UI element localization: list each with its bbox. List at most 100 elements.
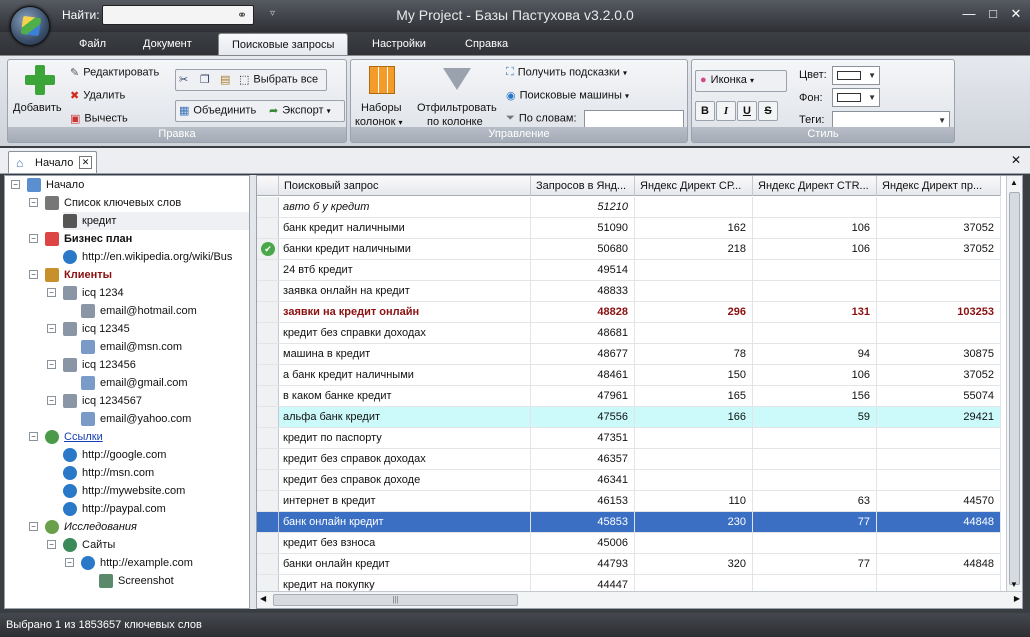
italic-button[interactable]: I	[716, 101, 736, 121]
column-header[interactable]: Яндекс Директ пр...	[877, 176, 1001, 196]
tab-start[interactable]: ⌂ Начало ✕	[8, 151, 97, 173]
table-row[interactable]: интернет в кредит 46153 110 63 44570	[257, 491, 1001, 512]
table-row[interactable]: альфа банк кредит 47556 166 59 29421	[257, 407, 1001, 428]
collapse-toggle-icon[interactable]: −	[47, 396, 56, 405]
table-row[interactable]: а банк кредит наличными 48461 150 106 37052	[257, 365, 1001, 386]
table-row[interactable]: ✔ банки кредит наличными 50680 218 106 37052	[257, 239, 1001, 260]
tree-node[interactable]: − Исследования	[29, 518, 249, 536]
underline-button[interactable]: U	[737, 101, 757, 121]
tab-document[interactable]: Документ	[143, 38, 192, 50]
edit-button[interactable]: ✎ Редактировать	[70, 66, 159, 79]
row-indicator[interactable]	[257, 281, 279, 301]
delete-button[interactable]: ✖ Удалить	[70, 89, 125, 102]
row-indicator[interactable]	[257, 407, 279, 427]
tab-close-icon[interactable]: ✕	[79, 156, 92, 169]
tab-settings[interactable]: Настройки	[372, 38, 426, 50]
bold-button[interactable]: B	[695, 101, 715, 121]
tree-node[interactable]: email@msn.com	[81, 338, 249, 356]
row-indicator[interactable]	[257, 428, 279, 448]
get-hints-button[interactable]: ⛶ Получить подсказки ▾	[506, 66, 627, 79]
table-row[interactable]: заявки на кредит онлайн 48828 296 131 103253	[257, 302, 1001, 323]
row-indicator[interactable]	[257, 533, 279, 553]
background-picker[interactable]: ▼	[832, 88, 880, 107]
row-indicator[interactable]	[257, 260, 279, 280]
tab-search-queries[interactable]: Поисковые запросы	[218, 33, 349, 56]
table-row[interactable]: банк онлайн кредит 45853 230 77 44848	[257, 512, 1001, 533]
row-indicator[interactable]	[257, 512, 279, 532]
row-indicator[interactable]	[257, 344, 279, 364]
tree-node[interactable]: − Начало	[11, 176, 249, 194]
tab-help[interactable]: Справка	[465, 38, 508, 50]
tree-node[interactable]: http://paypal.com	[63, 500, 249, 518]
icon-dropdown[interactable]: ● Иконка ▾	[695, 70, 787, 92]
add-button[interactable]: Добавить	[8, 60, 68, 126]
table-row[interactable]: кредит без взноса 45006	[257, 533, 1001, 554]
row-indicator[interactable]	[257, 449, 279, 469]
tree-node[interactable]: email@gmail.com	[81, 374, 249, 392]
table-row[interactable]: банки онлайн кредит 44793 320 77 44848	[257, 554, 1001, 575]
row-indicator[interactable]	[257, 554, 279, 574]
row-indicator[interactable]	[257, 302, 279, 322]
table-row[interactable]: кредит без справок доходе 46341	[257, 470, 1001, 491]
row-indicator[interactable]	[257, 491, 279, 511]
table-row[interactable]: заявка онлайн на кредит 48833	[257, 281, 1001, 302]
table-row[interactable]: в каком банке кредит 47961 165 156 55074	[257, 386, 1001, 407]
row-indicator[interactable]	[257, 218, 279, 238]
column-header[interactable]: Яндекс Директ CTR...	[753, 176, 877, 196]
collapse-toggle-icon[interactable]: −	[29, 270, 38, 279]
scissors-icon[interactable]: ✂	[179, 73, 188, 86]
table-row[interactable]: кредит без справок доходах 46357	[257, 449, 1001, 470]
close-button[interactable]: ✕	[1006, 6, 1026, 22]
tree-node[interactable]: − Сайты	[47, 536, 249, 554]
scroll-left-icon[interactable]: ◀	[260, 594, 266, 603]
tree-node[interactable]: http://en.wikipedia.org/wiki/Bus	[63, 248, 249, 266]
vertical-scroll-thumb[interactable]	[1009, 192, 1020, 585]
column-header[interactable]: Запросов в Янд...	[531, 176, 635, 196]
row-indicator[interactable]	[257, 197, 279, 217]
collapse-toggle-icon[interactable]: −	[29, 432, 38, 441]
tree-node[interactable]: − icq 12345	[47, 320, 249, 338]
table-row[interactable]: машина в кредит 48677 78 94 30875	[257, 344, 1001, 365]
tree-node[interactable]: − icq 123456	[47, 356, 249, 374]
tree-node[interactable]: Screenshot	[99, 572, 249, 590]
row-indicator[interactable]	[257, 323, 279, 343]
tab-file[interactable]: Файл	[79, 38, 106, 50]
scroll-right-icon[interactable]: ▶	[1014, 594, 1020, 603]
tree-node[interactable]: − Ссылки	[29, 428, 249, 446]
maximize-button[interactable]: □	[983, 6, 1003, 21]
collapse-toggle-icon[interactable]: −	[47, 360, 56, 369]
row-indicator[interactable]	[257, 365, 279, 385]
close-all-tabs-icon[interactable]: ✕	[1011, 153, 1021, 167]
tree-node[interactable]: http://msn.com	[63, 464, 249, 482]
table-row[interactable]: 24 втб кредит 49514	[257, 260, 1001, 281]
strikethrough-button[interactable]: S	[758, 101, 778, 121]
tree-node[interactable]: кредит	[63, 212, 249, 230]
horizontal-scroll-thumb[interactable]: |||	[273, 594, 518, 606]
horizontal-scrollbar[interactable]: ◀ ||| ▶	[257, 591, 1022, 608]
search-engines-button[interactable]: ◉ Поисковые машины ▾	[506, 89, 629, 102]
tree-node[interactable]: − icq 1234567	[47, 392, 249, 410]
tree-node[interactable]: email@yahoo.com	[81, 410, 249, 428]
row-indicator[interactable]	[257, 470, 279, 490]
collapse-toggle-icon[interactable]: −	[65, 558, 74, 567]
collapse-toggle-icon[interactable]: −	[29, 198, 38, 207]
column-header[interactable]: Яндекс Директ СР...	[635, 176, 753, 196]
minimize-button[interactable]: —	[959, 6, 979, 21]
app-orb-button[interactable]	[10, 6, 50, 46]
export-button[interactable]: ➦ Экспорт ▾	[269, 104, 331, 117]
collapse-toggle-icon[interactable]: −	[11, 180, 20, 189]
row-indicator[interactable]: ✔	[257, 239, 279, 259]
tree-node[interactable]: − icq 1234	[47, 284, 249, 302]
tree-node[interactable]: − Список ключевых слов	[29, 194, 249, 212]
tree-node[interactable]: − Бизнес план	[29, 230, 249, 248]
row-indicator[interactable]	[257, 386, 279, 406]
table-row[interactable]: кредит без справки доходах 48681	[257, 323, 1001, 344]
paste-icon[interactable]: ▤	[220, 73, 230, 86]
tree-node[interactable]: http://mywebsite.com	[63, 482, 249, 500]
table-row[interactable]: авто б у кредит 51210	[257, 197, 1001, 218]
copy-icon[interactable]: ❐	[200, 73, 210, 86]
collapse-toggle-icon[interactable]: −	[29, 522, 38, 531]
tree-node[interactable]: − http://example.com	[65, 554, 249, 572]
collapse-toggle-icon[interactable]: −	[47, 324, 56, 333]
scroll-down-icon[interactable]: ▼	[1010, 580, 1018, 589]
